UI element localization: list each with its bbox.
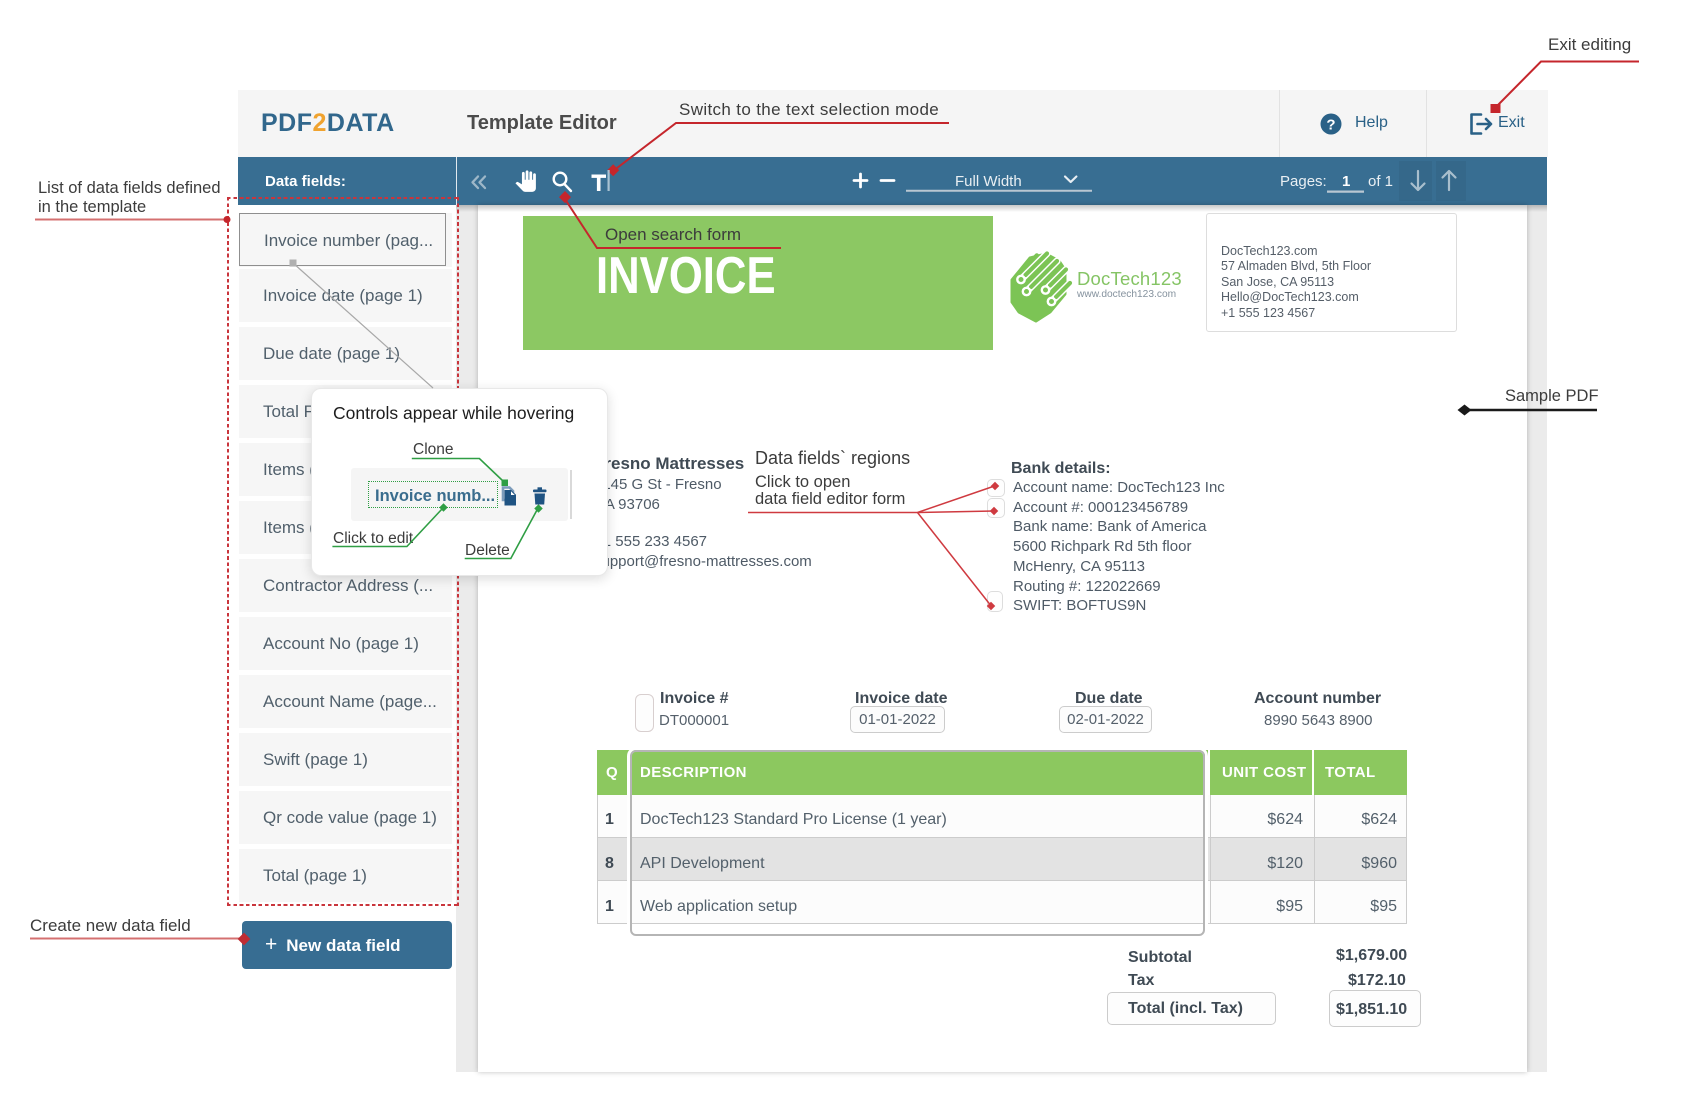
svg-text:DocTech123: DocTech123 [1077,268,1182,289]
svg-text:?: ? [1326,117,1335,134]
svg-text:www.doctech123.com: www.doctech123.com [1076,289,1176,300]
